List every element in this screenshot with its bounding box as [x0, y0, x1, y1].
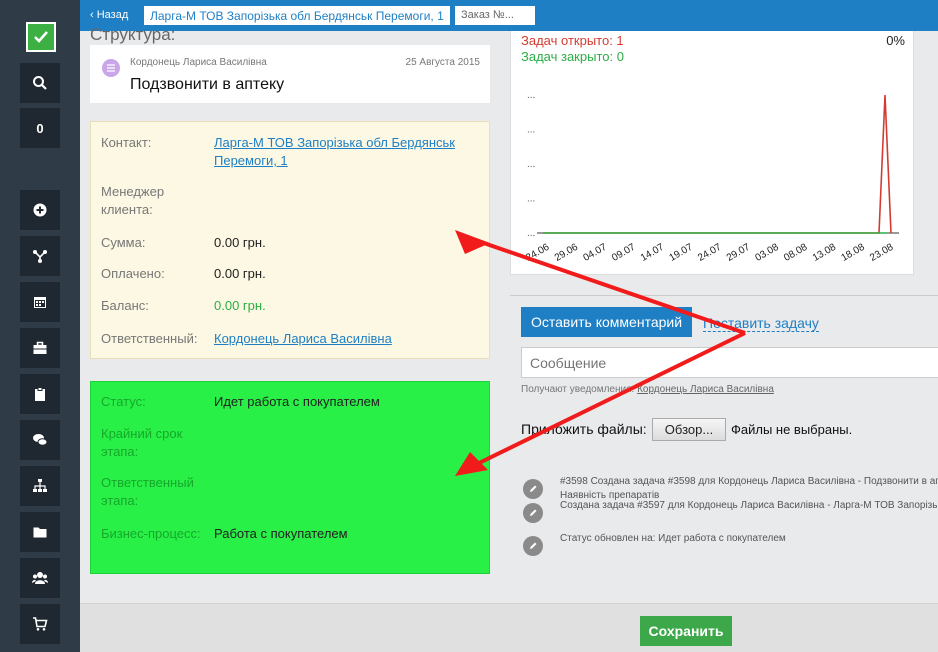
x-tick-label: 04.07: [581, 242, 609, 264]
briefcase-icon: [33, 341, 47, 354]
sidebar-structure-button[interactable]: [20, 466, 60, 506]
tasks-percent: 0%: [886, 33, 905, 48]
sidebar-add-button[interactable]: [20, 190, 60, 230]
y-tick-label: ...: [527, 194, 535, 205]
footer-bar: Сохранить: [80, 603, 938, 652]
sum-label: Сумма:: [101, 235, 146, 250]
message-input[interactable]: [521, 347, 938, 378]
sidebar-calendar-button[interactable]: [20, 282, 60, 322]
pencil-icon: [523, 503, 543, 523]
browse-button[interactable]: Обзор...: [652, 418, 726, 441]
contact-link[interactable]: Ларга-М ТОВ Запорізька обл Бердянськ Пер…: [214, 134, 484, 170]
no-files-text: Файлы не выбраны.: [731, 422, 853, 437]
calendar-icon: [34, 297, 46, 308]
users-icon: [32, 572, 48, 584]
balance-label: Баланс:: [101, 298, 149, 313]
x-tick-label: 19.07: [667, 242, 695, 264]
clipboard-icon: [35, 387, 45, 401]
search-icon: [33, 76, 47, 90]
notify-prefix: Получают уведомления:: [521, 384, 635, 395]
sitemap-icon: [33, 479, 47, 492]
attach-files-label: Приложить файлы:: [521, 421, 647, 437]
x-tick-label: 24.06: [524, 242, 552, 264]
balance-value: 0.00 грн.: [214, 298, 266, 313]
sidebar-briefcase-button[interactable]: [20, 328, 60, 368]
back-link[interactable]: ‹ Назад: [90, 9, 128, 21]
set-task-link[interactable]: Поставить задачу: [703, 315, 819, 332]
right-panel: Задач открыто: 1 Задач закрыто: 0 0% ...…: [500, 31, 938, 603]
y-tick-label: ...: [527, 90, 535, 101]
responsible-label: Ответственный:: [101, 331, 198, 346]
x-tick-label: 23.08: [868, 242, 896, 264]
task-line-chart: ............... 24.06 29.06 04.07 09.07 14.07…: [524, 90, 899, 264]
notify-recipients: Получают уведомления: Кордонець Лариса В…: [521, 384, 774, 395]
save-button[interactable]: Сохранить: [640, 616, 732, 646]
sidebar-chat-button[interactable]: [20, 420, 60, 460]
status-label: Статус:: [101, 394, 146, 409]
chat-icon: [33, 434, 48, 446]
task-chart-card: Задач открыто: 1 Задач закрыто: 0 0% ...…: [510, 31, 914, 275]
paid-value: 0.00 грн.: [214, 266, 266, 281]
folder-icon: [33, 527, 47, 538]
paid-label: Оплачено:: [101, 266, 165, 281]
leave-comment-button[interactable]: Оставить комментарий: [521, 307, 692, 337]
x-tick-label: 18.08: [839, 242, 867, 264]
sidebar-files-button[interactable]: [20, 512, 60, 552]
status-value: Идет работа с покупателем: [214, 394, 380, 409]
history-item: Создана задача #3597 для Кордонець Ларис…: [523, 499, 938, 529]
manager-label: Менеджер клиента:: [101, 184, 165, 217]
deadline-label: Крайний срок этапа:: [101, 426, 183, 459]
sidebar-users-button[interactable]: [20, 558, 60, 598]
task-list-icon: [102, 59, 120, 77]
task-author: Кордонець Лариса Василівна: [130, 57, 267, 68]
contact-label: Контакт:: [101, 135, 152, 150]
check-square-icon[interactable]: [26, 22, 56, 52]
sidebar-search-button[interactable]: [20, 63, 60, 103]
sidebar-counter[interactable]: 0: [20, 108, 60, 148]
tasks-closed-label: Задач закрыто: 0: [521, 49, 624, 64]
y-tick-label: ...: [527, 228, 535, 239]
sidebar: 0: [0, 0, 80, 652]
business-process-value: Работа с покупателем: [214, 526, 348, 541]
x-tick-label: 03.08: [753, 242, 781, 264]
x-tick-label: 09.07: [610, 242, 638, 264]
history-item: Статус обновлен на: Идет работа с покупа…: [523, 532, 938, 562]
task-card[interactable]: Кордонець Лариса Василівна 25 Августа 20…: [90, 45, 490, 103]
stage-info-box: Статус: Идет работа с покупателем Крайни…: [90, 381, 490, 574]
comment-section: Оставить комментарий Поставить задачу По…: [510, 295, 938, 603]
x-tick-label: 14.07: [639, 242, 667, 264]
top-bar: ‹ Назад Ларга-М ТОВ Запорізька обл Бердя…: [80, 0, 938, 31]
structure-title: Структура:: [90, 25, 176, 44]
breadcrumb-contact[interactable]: Ларга-М ТОВ Запорізька обл Бердянськ Пер…: [144, 6, 450, 25]
left-panel: Структура: Кордонець Лариса Василівна 25…: [80, 25, 500, 603]
deal-info-box: Контакт: Ларга-М ТОВ Запорізька обл Берд…: [90, 121, 490, 359]
x-tick-label: 29.06: [553, 242, 581, 264]
x-tick-label: 13.08: [811, 242, 839, 264]
sidebar-tasks-button[interactable]: [20, 374, 60, 414]
business-process-label: Бизнес-процесс:: [101, 526, 201, 541]
notify-user-link[interactable]: Кордонець Лариса Василівна: [637, 384, 774, 395]
sidebar-cart-button[interactable]: [20, 604, 60, 644]
cart-icon: [33, 617, 48, 631]
x-tick-label: 08.08: [782, 242, 810, 264]
tasks-opened-label: Задач открыто: 1: [521, 33, 624, 48]
fork-icon: [33, 250, 47, 263]
sum-value: 0.00 грн.: [214, 235, 266, 250]
plus-circle-icon: [33, 203, 47, 217]
sidebar-deals-button[interactable]: [20, 236, 60, 276]
y-tick-label: ...: [527, 159, 535, 170]
history-text: Статус обновлен на: Идет работа с покупа…: [560, 533, 786, 544]
task-title[interactable]: Подзвонити в аптеку: [130, 76, 284, 94]
history-text: Создана задача #3597 для Кордонець Ларис…: [560, 500, 938, 511]
pencil-icon: [523, 536, 543, 556]
pencil-icon: [523, 479, 543, 499]
breadcrumb-order[interactable]: Заказ №...: [455, 6, 535, 25]
responsible-link[interactable]: Кордонець Лариса Василівна: [214, 330, 484, 348]
x-tick-label: 29.07: [725, 242, 753, 264]
stage-responsible-label: Ответственный этапа:: [101, 475, 194, 508]
y-tick-label: ...: [527, 125, 535, 136]
series-line-0: [543, 94, 892, 234]
x-tick-label: 24.07: [696, 242, 724, 264]
task-date: 25 Августа 2015: [405, 57, 480, 68]
